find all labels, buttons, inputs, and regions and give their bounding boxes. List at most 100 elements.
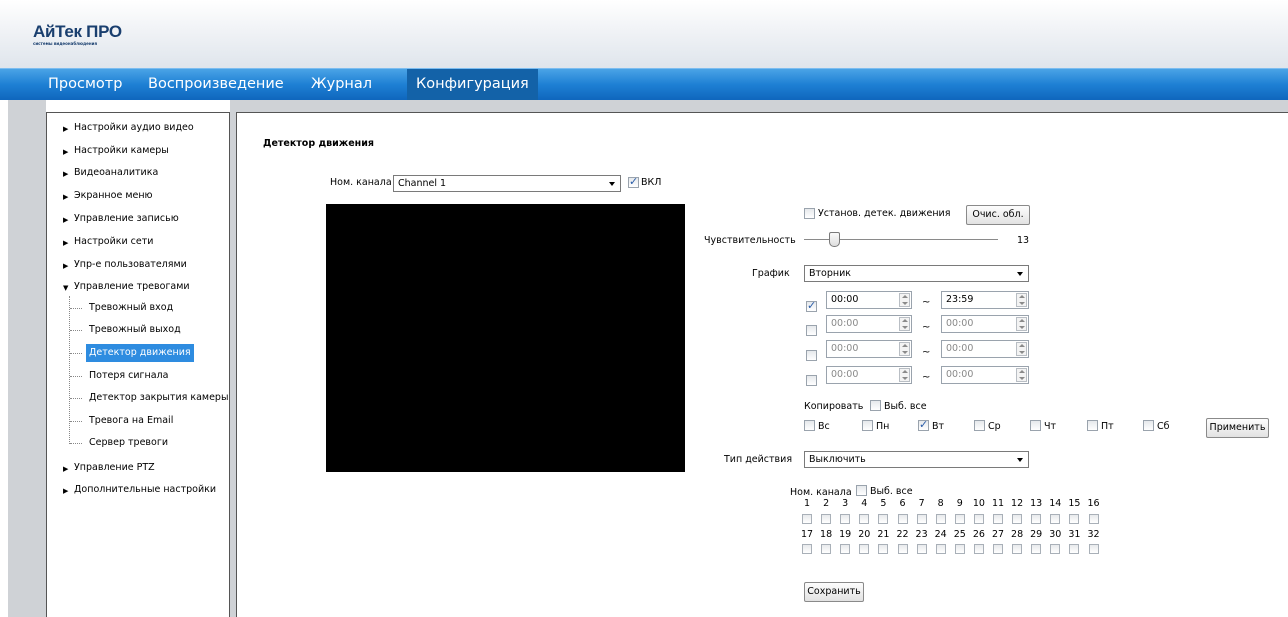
- nav-view[interactable]: Просмотр: [48, 69, 122, 100]
- channel-31-checkbox[interactable]: [1069, 544, 1080, 554]
- action-type-select[interactable]: Выключить: [804, 451, 1029, 468]
- menu-sub-email[interactable]: Тревога на Email: [86, 412, 176, 430]
- menu-item-advanced[interactable]: Дополнительные настройки: [74, 484, 216, 495]
- channel-25-checkbox[interactable]: [954, 544, 965, 554]
- nav-config[interactable]: Конфигурация: [407, 69, 538, 100]
- channel-22-checkbox[interactable]: [897, 544, 908, 554]
- channel-11-checkbox[interactable]: [993, 514, 1003, 524]
- save-button[interactable]: Сохранить: [804, 582, 864, 602]
- channel-13-checkbox[interactable]: [1031, 514, 1042, 524]
- nav-log[interactable]: Журнал: [311, 69, 372, 100]
- channel-18-checkbox[interactable]: [821, 544, 832, 554]
- channel-26-checkbox[interactable]: [973, 544, 984, 554]
- period-1-checkbox[interactable]: [806, 299, 817, 312]
- spinner-icon[interactable]: [899, 342, 910, 356]
- channel-21-checkbox[interactable]: [878, 544, 889, 554]
- channel-4-checkbox[interactable]: [859, 514, 870, 524]
- set-detect-area-checkbox[interactable]: [804, 208, 815, 219]
- channel-14-checkbox[interactable]: [1050, 514, 1061, 524]
- menu-item-camera[interactable]: Настройки камеры: [74, 145, 169, 156]
- channel-10-checkbox[interactable]: [973, 514, 984, 524]
- period-4-end[interactable]: 00:00: [941, 366, 1029, 384]
- clear-area-button[interactable]: Очис. обл.: [966, 205, 1030, 225]
- channel-19-checkbox[interactable]: [840, 544, 851, 554]
- period-1-end[interactable]: 23:59: [941, 291, 1029, 309]
- day-thu-checkbox[interactable]: [1030, 420, 1041, 431]
- period-1-start-value: 00:00: [831, 294, 859, 305]
- period-4-start[interactable]: 00:00: [826, 366, 912, 384]
- spinner-icon[interactable]: [899, 368, 910, 382]
- period-4-checkbox[interactable]: [806, 375, 817, 386]
- period-1-start[interactable]: 00:00: [826, 291, 912, 309]
- menu-item-recording[interactable]: Управление записью: [74, 213, 179, 224]
- channel-24-checkbox[interactable]: [935, 544, 946, 554]
- menu-sub-video-loss[interactable]: Потеря сигнала: [86, 367, 171, 385]
- menu-sub-alarm-in[interactable]: Тревожный вход: [86, 299, 176, 317]
- day-sun-checkbox[interactable]: [804, 420, 815, 431]
- channel-23-checkbox[interactable]: [916, 544, 927, 554]
- channel-32-checkbox[interactable]: [1088, 544, 1099, 554]
- channel-30-checkbox[interactable]: [1050, 544, 1061, 554]
- copy-select-all-checkbox[interactable]: [870, 400, 881, 411]
- day-tue-checkbox[interactable]: [918, 418, 929, 431]
- menu-item-video-analytics[interactable]: Видеоаналитика: [74, 167, 158, 178]
- menu-item-alarms[interactable]: Управление тревогами: [74, 281, 190, 292]
- video-preview[interactable]: [326, 204, 685, 472]
- period-2-start-value: 00:00: [831, 318, 859, 329]
- spinner-icon[interactable]: [1016, 317, 1027, 331]
- period-3-start[interactable]: 00:00: [826, 340, 912, 358]
- channel-9-checkbox[interactable]: [954, 514, 965, 524]
- period-3-end[interactable]: 00:00: [941, 340, 1029, 358]
- channel-15-checkbox[interactable]: [1069, 514, 1080, 524]
- period-2-checkbox[interactable]: [806, 325, 817, 336]
- menu-sub-alarm-out[interactable]: Тревожный выход: [86, 321, 184, 339]
- menu-item-ptz[interactable]: Управление PTZ: [74, 462, 155, 473]
- apply-button[interactable]: Применить: [1206, 418, 1269, 438]
- channel-1-checkbox[interactable]: [802, 514, 812, 524]
- spinner-icon[interactable]: [1016, 342, 1027, 356]
- spinner-icon[interactable]: [1016, 293, 1027, 307]
- channel-8-checkbox[interactable]: [935, 514, 946, 524]
- menu-item-audio-video[interactable]: Настройки аудио видео: [74, 122, 194, 133]
- menu-sub-alarm-server[interactable]: Сервер тревоги: [86, 434, 171, 452]
- expand-arrow-icon: ▶: [63, 125, 69, 133]
- channel-2-checkbox[interactable]: [821, 514, 832, 524]
- day-sat-checkbox[interactable]: [1143, 420, 1154, 431]
- channel-29-checkbox[interactable]: [1031, 544, 1042, 554]
- menu-item-users[interactable]: Упр-е пользователями: [74, 259, 187, 270]
- menu-item-osd[interactable]: Экранное меню: [74, 190, 153, 201]
- menu-sub-tamper[interactable]: Детектор закрытия камеры: [86, 389, 231, 407]
- day-fri-checkbox[interactable]: [1087, 420, 1098, 431]
- channel-5-checkbox[interactable]: [878, 514, 889, 524]
- spinner-icon[interactable]: [899, 293, 910, 307]
- channel-17-checkbox[interactable]: [802, 544, 812, 554]
- channel-3-checkbox[interactable]: [840, 514, 851, 524]
- menu-item-network[interactable]: Настройки сети: [74, 236, 153, 247]
- nav-playback[interactable]: Воспроизведение: [148, 69, 284, 100]
- channel-select-all-checkbox[interactable]: [856, 485, 867, 496]
- menu-sub-motion-detect[interactable]: Детектор движения: [86, 344, 194, 362]
- channel-28-checkbox[interactable]: [1012, 544, 1023, 554]
- day-wed-checkbox[interactable]: [974, 420, 985, 431]
- schedule-day-select[interactable]: Вторник: [804, 265, 1029, 282]
- spinner-icon[interactable]: [1016, 368, 1027, 382]
- channel-select-value: Channel 1: [398, 178, 447, 189]
- channel-number: 15: [1068, 498, 1081, 509]
- channel-12-checkbox[interactable]: [1012, 514, 1023, 524]
- channel-number: 18: [820, 529, 833, 540]
- channel-6-checkbox[interactable]: [897, 514, 908, 524]
- channel-7-checkbox[interactable]: [916, 514, 927, 524]
- period-2-start[interactable]: 00:00: [826, 315, 912, 333]
- channel-16-checkbox[interactable]: [1088, 514, 1099, 524]
- spinner-icon[interactable]: [899, 317, 910, 331]
- channel-20-checkbox[interactable]: [859, 544, 870, 554]
- channel-27-checkbox[interactable]: [993, 544, 1003, 554]
- period-3-checkbox[interactable]: [806, 350, 817, 361]
- channel-number: 22: [896, 529, 909, 540]
- sensitivity-slider-handle[interactable]: [829, 232, 840, 247]
- channel-select[interactable]: Channel 1: [393, 175, 621, 192]
- period-2-end[interactable]: 00:00: [941, 315, 1029, 333]
- enable-checkbox[interactable]: [628, 175, 639, 188]
- period-2-end-value: 00:00: [946, 318, 974, 329]
- day-mon-checkbox[interactable]: [862, 420, 873, 431]
